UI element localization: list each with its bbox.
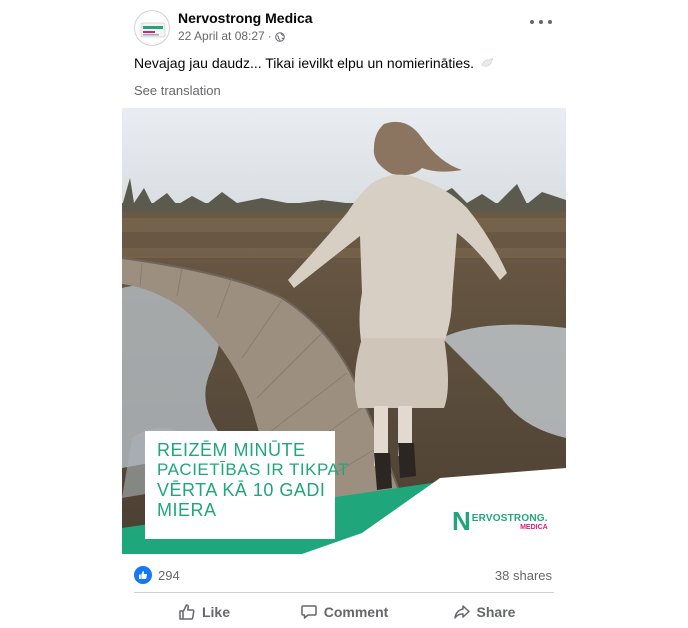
like-button[interactable]: Like bbox=[134, 598, 274, 626]
share-button[interactable]: Share bbox=[414, 598, 554, 626]
brand-logo-sub: MEDICA bbox=[520, 524, 548, 531]
brand-logo: N ERVOSTRONG. MEDICA bbox=[452, 508, 548, 534]
headline-line-3: VĒRTA KĀ 10 GADI bbox=[157, 480, 326, 500]
brand-logo-letter: N bbox=[452, 506, 471, 536]
post-caption: Nevajag jau daudz... Tikai ievilkt elpu … bbox=[134, 55, 475, 71]
headline-line-2: PACIETĪBAS IR TIKPAT bbox=[157, 460, 350, 479]
post-meta: 22 April at 08:27 · bbox=[178, 29, 285, 43]
share-icon bbox=[453, 605, 470, 619]
comment-button[interactable]: Comment bbox=[274, 598, 414, 626]
post-text: Nevajag jau daudz... Tikai ievilkt elpu … bbox=[134, 55, 494, 71]
comment-icon bbox=[300, 605, 317, 619]
headline-line-4: MIERA bbox=[157, 500, 217, 520]
page-avatar[interactable] bbox=[134, 10, 170, 46]
actions-divider bbox=[134, 592, 554, 593]
see-translation-link[interactable]: See translation bbox=[134, 83, 221, 98]
like-reaction-icon bbox=[134, 566, 152, 584]
dove-icon bbox=[480, 56, 494, 68]
brand-logo-text: ERVOSTRONG. MEDICA bbox=[472, 513, 548, 534]
headline-box: REIZĒM MINŪTE PACIETĪBAS IR TIKPAT VĒRTA… bbox=[145, 431, 350, 539]
shares-count[interactable]: 38 shares bbox=[495, 568, 552, 583]
page-name[interactable]: Nervostrong Medica bbox=[178, 10, 313, 26]
post-date[interactable]: 22 April at 08:27 bbox=[178, 29, 265, 43]
action-bar: Like Comment Share bbox=[134, 598, 554, 626]
globe-icon bbox=[274, 31, 285, 42]
post-image[interactable]: REIZĒM MINŪTE PACIETĪBAS IR TIKPAT VĒRTA… bbox=[122, 108, 566, 554]
headline-line-1: REIZĒM MINŪTE bbox=[157, 440, 306, 460]
more-icon[interactable] bbox=[530, 14, 552, 30]
meta-separator: · bbox=[267, 29, 272, 43]
thumbs-up-icon bbox=[179, 604, 195, 620]
facebook-post: Nervostrong Medica 22 April at 08:27 · N… bbox=[122, 0, 566, 628]
reaction-count: 294 bbox=[158, 567, 180, 583]
reactions-summary[interactable]: 294 bbox=[134, 566, 180, 584]
comment-label: Comment bbox=[323, 604, 389, 620]
like-label: Like bbox=[201, 604, 230, 620]
brand-logo-name: ERVOSTRONG. bbox=[471, 513, 548, 524]
share-label: Share bbox=[476, 604, 516, 620]
